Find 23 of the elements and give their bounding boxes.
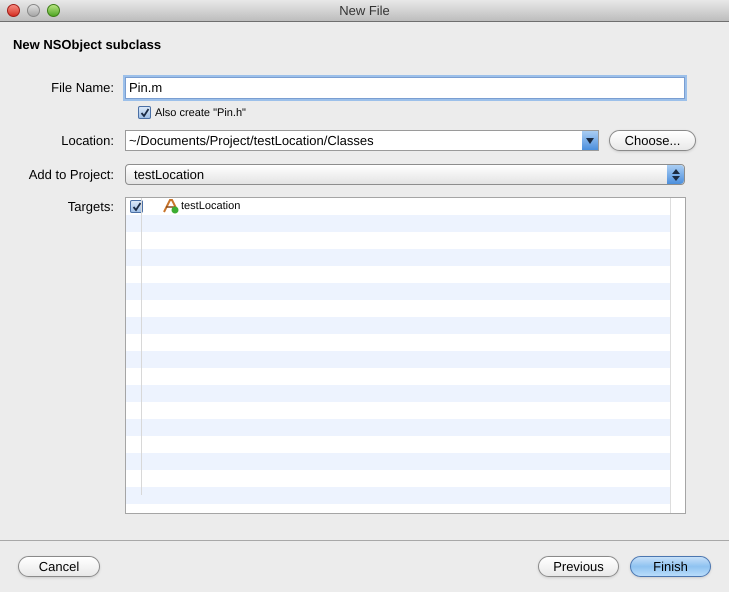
field-label: Location: (60, 132, 115, 150)
minimize-icon[interactable] (27, 4, 40, 17)
button[interactable]: Previous (538, 556, 619, 577)
window-title: New File (339, 2, 390, 20)
checkbox[interactable] (130, 200, 143, 213)
stepper-icon (667, 165, 684, 184)
target-name[interactable]: testLocation (181, 198, 240, 215)
checkbox-label: Also create "Pin.h" (155, 106, 246, 120)
checkbox[interactable] (138, 106, 151, 120)
field-label: File Name: (50, 78, 115, 97)
heading: New NSObject subclass (13, 36, 162, 54)
field-label: Add to Project: (28, 166, 115, 184)
field-label: Targets: (66, 198, 115, 216)
dropdown-icon (582, 131, 598, 150)
project-popup-button[interactable]: testLocation (125, 164, 685, 185)
close-icon[interactable] (7, 4, 20, 17)
button[interactable]: Cancel (18, 556, 100, 577)
location-combo-box[interactable]: ~/Documents/Project/testLocation/Classes (125, 130, 599, 151)
target-app-icon (163, 199, 180, 214)
file-name-field[interactable]: Pin.m (125, 76, 685, 98)
default-button[interactable]: Finish (630, 556, 711, 577)
button[interactable]: Choose... (609, 130, 696, 151)
zoom-icon[interactable] (47, 4, 60, 17)
